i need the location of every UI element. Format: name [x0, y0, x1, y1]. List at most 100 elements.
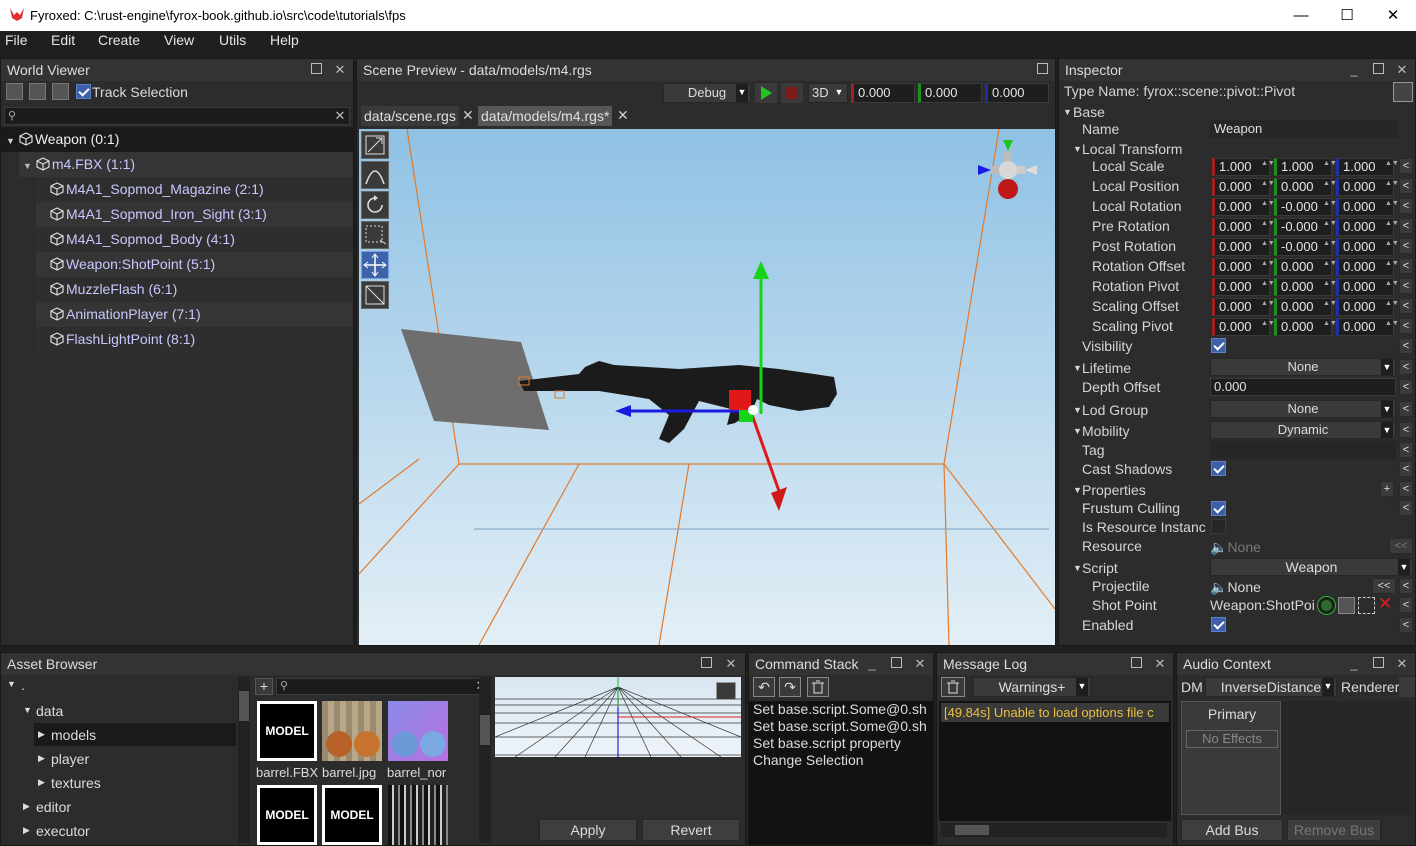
- view-mode-dropdown[interactable]: 3D ▼: [808, 83, 848, 103]
- projectile-field[interactable]: 🔈None: [1210, 578, 1261, 596]
- area-select-tool-icon[interactable]: [361, 221, 389, 249]
- spinner-icon[interactable]: ▲▼: [1323, 320, 1337, 334]
- apply-button[interactable]: Apply: [539, 819, 637, 841]
- folder-player[interactable]: player: [51, 751, 89, 767]
- orientation-gizmo-icon[interactable]: [975, 137, 1041, 203]
- reset-vector-button[interactable]: <: [1399, 258, 1413, 274]
- docs-icon[interactable]: [1393, 82, 1413, 102]
- tree-item-weapon[interactable]: ▼ Weapon (0:1): [6, 127, 119, 151]
- expand-arrow-icon[interactable]: ▼: [7, 679, 16, 689]
- command-item[interactable]: Change Selection: [753, 752, 929, 768]
- visibility-checkbox[interactable]: [1211, 338, 1226, 353]
- reset-vector-button[interactable]: <: [1399, 318, 1413, 334]
- fullscreen-icon[interactable]: [716, 682, 736, 700]
- expand-arrow-icon[interactable]: ▶: [38, 777, 45, 788]
- add-property-button[interactable]: +: [1380, 481, 1394, 497]
- maximize-panel-icon[interactable]: [1033, 59, 1051, 81]
- asset-thumb-normal[interactable]: [388, 701, 448, 761]
- scene-viewport[interactable]: [359, 129, 1055, 645]
- spinner-icon[interactable]: ▲▼: [1385, 300, 1399, 314]
- spinner-icon[interactable]: ▲▼: [1261, 180, 1275, 194]
- expand-all-icon[interactable]: [29, 83, 46, 100]
- distance-model-dropdown[interactable]: InverseDistance ▼: [1205, 677, 1337, 697]
- projectile-locate-button[interactable]: <<: [1372, 578, 1396, 594]
- camera-x-field[interactable]: 0.000: [851, 83, 915, 103]
- asset-thumb-model[interactable]: MODEL: [257, 701, 317, 761]
- folder-executor[interactable]: executor: [36, 823, 90, 839]
- reset-vector-button[interactable]: <: [1399, 198, 1413, 214]
- reset-mobility-button[interactable]: <: [1399, 422, 1413, 438]
- maximize-panel-icon[interactable]: [697, 653, 715, 675]
- folder-root[interactable]: .: [21, 677, 25, 693]
- spinner-icon[interactable]: ▲▼: [1323, 300, 1337, 314]
- select-node-icon[interactable]: [1358, 597, 1375, 614]
- tab-m4[interactable]: data/models/m4.rgs*: [478, 106, 613, 126]
- collapse-arrow-icon[interactable]: ▼: [1073, 559, 1082, 577]
- stop-button[interactable]: [781, 83, 803, 103]
- minimize-panel-icon[interactable]: _: [1345, 59, 1363, 81]
- expand-arrow-icon[interactable]: ▶: [38, 729, 45, 740]
- spinner-icon[interactable]: ▲▼: [1323, 280, 1337, 294]
- clear-log-icon[interactable]: [941, 677, 965, 697]
- collapse-arrow-icon[interactable]: ▼: [1073, 359, 1082, 377]
- add-bus-button[interactable]: Add Bus: [1181, 819, 1283, 841]
- vector-z-field[interactable]: 0.000 ▲▼: [1336, 218, 1399, 236]
- play-button[interactable]: [755, 83, 777, 103]
- tag-field[interactable]: [1210, 441, 1396, 459]
- vector-x-field[interactable]: 0.000 ▲▼: [1212, 278, 1275, 296]
- vector-x-field[interactable]: 0.000 ▲▼: [1212, 258, 1275, 276]
- vector-y-field[interactable]: -0.000 ▲▼: [1274, 218, 1337, 236]
- spinner-icon[interactable]: ▲▼: [1385, 160, 1399, 174]
- close-panel-icon[interactable]: ✕: [331, 59, 349, 81]
- command-item[interactable]: Set base.script.Some@0.sh: [753, 718, 929, 734]
- camera-z-field[interactable]: 0.000: [985, 83, 1049, 103]
- close-panel-icon[interactable]: ✕: [722, 653, 740, 675]
- maximize-button[interactable]: ☐: [1324, 0, 1370, 31]
- spinner-icon[interactable]: ▲▼: [1385, 280, 1399, 294]
- folder-data[interactable]: data: [36, 703, 63, 719]
- vector-z-field[interactable]: 0.000 ▲▼: [1336, 278, 1399, 296]
- folder-textures[interactable]: textures: [51, 775, 101, 791]
- spinner-icon[interactable]: ▲▼: [1261, 160, 1275, 174]
- close-tab-icon[interactable]: ✕: [617, 107, 629, 124]
- scale-tool-icon[interactable]: [361, 281, 389, 309]
- remove-node-icon[interactable]: ✕: [1378, 595, 1395, 612]
- debug-mode-dropdown[interactable]: Debug ▼: [663, 83, 751, 103]
- collapse-arrow-icon[interactable]: ▼: [1073, 481, 1082, 499]
- lod-group-dropdown[interactable]: None ▼: [1210, 400, 1396, 418]
- spinner-icon[interactable]: ▲▼: [1323, 240, 1337, 254]
- minimize-panel-icon[interactable]: _: [1345, 653, 1363, 675]
- move-tool-icon[interactable]: [361, 251, 389, 279]
- depth-offset-field[interactable]: 0.000: [1210, 378, 1396, 396]
- minimize-button[interactable]: —: [1278, 0, 1324, 31]
- spinner-icon[interactable]: ▲▼: [1385, 240, 1399, 254]
- spinner-icon[interactable]: ▲▼: [1323, 180, 1337, 194]
- camera-y-field[interactable]: 0.000: [918, 83, 982, 103]
- reset-tag-button[interactable]: <: [1399, 442, 1413, 458]
- spinner-icon[interactable]: ▲▼: [1261, 220, 1275, 234]
- menu-view[interactable]: View: [164, 31, 194, 57]
- folder-editor[interactable]: editor: [36, 799, 71, 815]
- asset-thumb-model[interactable]: MODEL: [322, 785, 382, 845]
- reset-vector-button[interactable]: <: [1399, 238, 1413, 254]
- reset-vector-button[interactable]: <: [1399, 158, 1413, 174]
- reset-vector-button[interactable]: <: [1399, 218, 1413, 234]
- maximize-panel-icon[interactable]: [887, 653, 905, 675]
- spinner-icon[interactable]: ▲▼: [1261, 280, 1275, 294]
- undo-icon[interactable]: ↶: [753, 677, 775, 697]
- search-input[interactable]: ⚲: [4, 107, 350, 125]
- folder-scrollbar[interactable]: [238, 677, 250, 843]
- close-panel-icon[interactable]: ✕: [1393, 59, 1411, 81]
- primary-bus[interactable]: Primary No Effects: [1181, 701, 1281, 815]
- close-tab-icon[interactable]: ✕: [462, 107, 474, 124]
- add-asset-button[interactable]: +: [255, 678, 273, 695]
- tree-item[interactable]: MuzzleFlash (6:1): [50, 277, 177, 301]
- maximize-panel-icon[interactable]: [307, 59, 325, 81]
- spinner-icon[interactable]: ▲▼: [1261, 260, 1275, 274]
- maximize-panel-icon[interactable]: [1127, 653, 1145, 675]
- pick-node-icon[interactable]: [1318, 597, 1335, 614]
- rotate-tool-icon[interactable]: [361, 191, 389, 219]
- log-horizontal-scrollbar[interactable]: [941, 823, 1167, 837]
- reset-vector-button[interactable]: <: [1399, 298, 1413, 314]
- select-tool-icon[interactable]: [361, 131, 389, 159]
